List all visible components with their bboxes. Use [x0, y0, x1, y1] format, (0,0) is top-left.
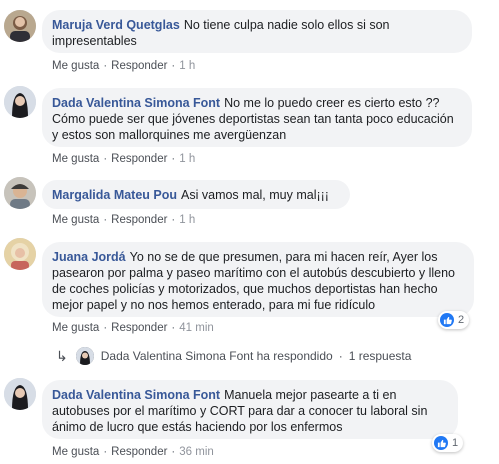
comment-bubble: Dada Valentina Simona Font No me lo puedo… [42, 88, 472, 147]
avatar[interactable] [4, 10, 36, 42]
comment-author[interactable]: Dada Valentina Simona Font [52, 96, 220, 110]
comment-author[interactable]: Juana Jordá [52, 250, 126, 264]
comment-actions: Me gusta · Responder · 41 min [52, 322, 214, 334]
reply-count: 1 respuesta [348, 349, 412, 363]
reply-arrow-icon: ↳ [56, 347, 68, 364]
like-link[interactable]: Me gusta [52, 153, 99, 165]
comment-bubble: Dada Valentina Simona Font Manuela mejor … [42, 380, 458, 439]
reply-link[interactable]: Responder [111, 60, 167, 72]
like-link[interactable]: Me gusta [52, 322, 99, 334]
comment-author[interactable]: Margalida Mateu Pou [52, 188, 177, 202]
timestamp[interactable]: 41 min [179, 322, 214, 334]
timestamp[interactable]: 36 min [179, 446, 214, 458]
timestamp[interactable]: 1 h [179, 214, 195, 226]
comment-author[interactable]: Dada Valentina Simona Font [52, 388, 220, 402]
comment-text: Asi vamos mal, muy mal¡¡¡ [181, 188, 329, 202]
reply-avatar [75, 347, 94, 365]
like-link[interactable]: Me gusta [52, 60, 99, 72]
reply-link[interactable]: Responder [111, 322, 167, 334]
comment-actions: Me gusta · Responder · 36 min [52, 446, 214, 458]
comment-bubble: Maruja Verd Quetglas No tiene culpa nadie… [42, 10, 472, 53]
avatar[interactable] [4, 177, 36, 209]
comment-bubble: Juana Jordá Yo no se de que presumen, par… [42, 242, 474, 317]
reaction-number: 2 [458, 314, 465, 326]
comment-actions: Me gusta · Responder · 1 h [52, 60, 196, 72]
reaction-count[interactable]: 2 [438, 311, 470, 329]
like-link[interactable]: Me gusta [52, 214, 99, 226]
avatar[interactable] [4, 378, 36, 410]
timestamp[interactable]: 1 h [179, 153, 195, 165]
reply-link[interactable]: Responder [111, 214, 167, 226]
reaction-count[interactable]: 1 [432, 434, 464, 452]
like-link[interactable]: Me gusta [52, 446, 99, 458]
reply-author: Dada Valentina Simona Font [100, 349, 254, 363]
comment-actions: Me gusta · Responder · 1 h [52, 153, 196, 165]
reaction-number: 1 [452, 437, 459, 449]
comment-author[interactable]: Maruja Verd Quetglas [52, 18, 180, 32]
reply-link[interactable]: Responder [111, 153, 167, 165]
avatar[interactable] [4, 86, 36, 118]
avatar[interactable] [4, 238, 36, 270]
comment-actions: Me gusta · Responder · 1 h [52, 214, 196, 226]
thumbs-up-icon [440, 313, 454, 327]
view-replies-link[interactable]: ↳ Dada Valentina Simona Font ha respondi… [56, 346, 411, 366]
thumbs-up-icon [434, 436, 448, 450]
timestamp[interactable]: 1 h [179, 60, 195, 72]
reply-link[interactable]: Responder [111, 446, 167, 458]
comment-bubble: Margalida Mateu Pou Asi vamos mal, muy ma… [42, 180, 350, 209]
reply-action-text: ha respondido [256, 349, 333, 363]
